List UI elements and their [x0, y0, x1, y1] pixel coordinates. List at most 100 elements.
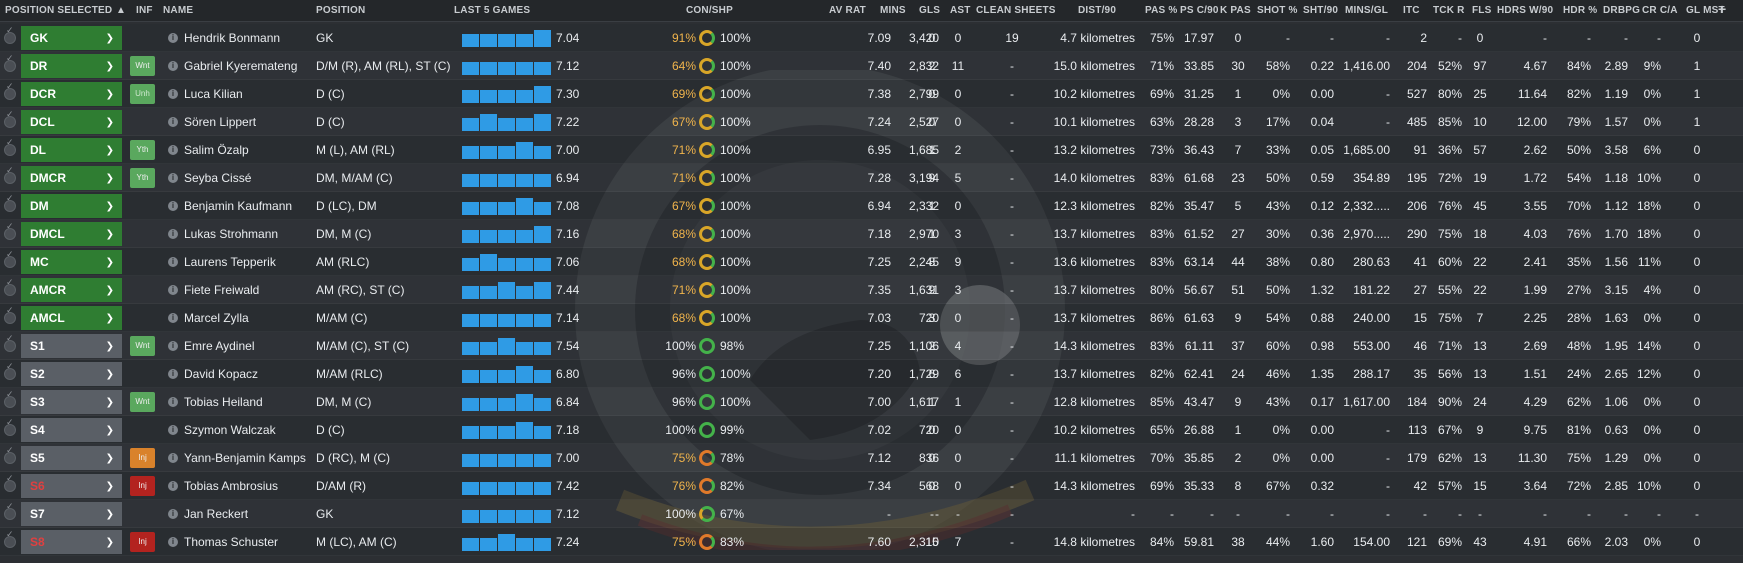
header-tck-r[interactable]: TCK R	[1433, 5, 1465, 16]
select-checkbox[interactable]	[4, 501, 16, 520]
header-dist90[interactable]: DIST/90	[1078, 5, 1116, 16]
info-icon[interactable]: i	[168, 117, 178, 127]
player-name-link[interactable]: Fiete Freiwald	[184, 276, 259, 304]
player-name-link[interactable]: Benjamin Kaufmann	[184, 192, 292, 220]
info-icon[interactable]: i	[168, 201, 178, 211]
player-name-link[interactable]: Lukas Strohmann	[184, 220, 278, 248]
inf-badge[interactable]: Inj	[130, 476, 155, 496]
position-selector[interactable]: MC ❯	[21, 250, 122, 274]
info-icon[interactable]: i	[168, 481, 178, 491]
select-checkbox[interactable]	[4, 473, 16, 492]
select-checkbox[interactable]	[4, 193, 16, 212]
sort-arrow-icon[interactable]: ▲	[116, 5, 126, 16]
header-hdrs-w90[interactable]: HDRS W/90	[1497, 5, 1553, 16]
position-selector[interactable]: AMCR ❯	[21, 278, 122, 302]
header-drbpg[interactable]: DRBPG	[1603, 5, 1640, 16]
info-icon[interactable]: i	[168, 173, 178, 183]
position-selector[interactable]: DL ❯	[21, 138, 122, 162]
header-cr-ca[interactable]: CR C/A	[1642, 5, 1678, 16]
select-checkbox[interactable]	[4, 53, 16, 72]
table-row[interactable]: DMCR ❯ Yth i Seyba Cissé DM, M/AM (C) 6.94 71…	[0, 164, 1743, 192]
header-last5[interactable]: LAST 5 GAMES	[454, 5, 530, 16]
header-inf[interactable]: INF	[136, 5, 153, 16]
select-checkbox[interactable]	[4, 249, 16, 268]
header-clean-sheets[interactable]: CLEAN SHEETS	[976, 5, 1056, 16]
inf-badge[interactable]: Wnt	[130, 56, 155, 76]
inf-badge[interactable]: Wnt	[130, 392, 155, 412]
position-selector[interactable]: AMCL ❯	[21, 306, 122, 330]
table-row[interactable]: GK ❯ iHendrik BonmannGK7.0491%100%7.093,…	[0, 24, 1743, 52]
player-name-link[interactable]: Sören Lippert	[184, 108, 256, 136]
inf-badge[interactable]: Yth	[130, 168, 155, 188]
header-kpas[interactable]: K PAS	[1220, 5, 1251, 16]
header-position[interactable]: POSITION	[316, 5, 365, 16]
header-shot[interactable]: SHOT %	[1257, 5, 1298, 16]
player-name-link[interactable]: Thomas Schuster	[184, 528, 278, 556]
info-icon[interactable]: i	[168, 61, 178, 71]
table-row[interactable]: S4 ❯ iSzymon WalczakD (C)7.18100%99%7.02…	[0, 416, 1743, 444]
header-sht90[interactable]: SHT/90	[1303, 5, 1338, 16]
select-checkbox[interactable]	[4, 221, 16, 240]
header-av-rat[interactable]: AV RAT	[829, 5, 866, 16]
select-checkbox[interactable]	[4, 445, 16, 464]
player-name-link[interactable]: Marcel Zylla	[184, 304, 249, 332]
player-name-link[interactable]: Seyba Cissé	[184, 164, 251, 192]
table-row[interactable]: AMCR ❯ i Fiete Freiwald AM (RC), ST (C) 7.4…	[0, 276, 1743, 304]
info-icon[interactable]: i	[168, 229, 178, 239]
player-name-link[interactable]: Tobias Heiland	[184, 388, 263, 416]
position-selector[interactable]: S5 ❯	[21, 446, 122, 470]
position-selector[interactable]: DMCR ❯	[21, 166, 122, 190]
table-row[interactable]: AMCL ❯ i Marcel Zylla M/AM (C) 7.14 68% 100% 7…	[0, 304, 1743, 332]
position-selector[interactable]: S7 ❯	[21, 502, 122, 526]
header-gl-mst[interactable]: GL MST	[1686, 5, 1725, 16]
select-checkbox[interactable]	[4, 165, 16, 184]
position-selector[interactable]: S2 ❯	[21, 362, 122, 386]
header-ast[interactable]: AST	[950, 5, 971, 16]
header-psc90[interactable]: PS C/90	[1180, 5, 1219, 16]
select-checkbox[interactable]	[4, 417, 16, 436]
table-row[interactable]: MC ❯ i Laurens Tepperik AM (RLC) 7.06 68% 100…	[0, 248, 1743, 276]
player-name-link[interactable]: Laurens Tepperik	[184, 248, 276, 276]
position-selector[interactable]: S8 ❯	[21, 530, 122, 554]
inf-badge[interactable]: Wnt	[130, 336, 155, 356]
inf-badge[interactable]: Yth	[130, 140, 155, 160]
info-icon[interactable]: i	[168, 145, 178, 155]
select-checkbox[interactable]	[4, 333, 16, 352]
table-row[interactable]: S5 ❯ Inj i Yann-Benjamin Kamps D (RC), M (C…	[0, 444, 1743, 472]
select-checkbox[interactable]	[4, 277, 16, 296]
inf-badge[interactable]: Unh	[130, 84, 155, 104]
table-row[interactable]: DR ❯ Wnt i Gabriel Kyeremateng D/M (R), AM …	[0, 52, 1743, 80]
header-name[interactable]: NAME	[163, 5, 193, 16]
player-name-link[interactable]: Hendrik Bonmann	[184, 24, 280, 52]
table-row[interactable]: DL ❯ YthiSalim ÖzalpM (L), AM (RL)7.0071…	[0, 136, 1743, 164]
position-selector[interactable]: S4 ❯	[21, 418, 122, 442]
info-icon[interactable]: i	[168, 425, 178, 435]
player-name-link[interactable]: Szymon Walczak	[184, 416, 276, 444]
position-selector[interactable]: DCL ❯	[21, 110, 122, 134]
info-icon[interactable]: i	[168, 313, 178, 323]
inf-badge[interactable]: Inj	[130, 532, 155, 552]
player-name-link[interactable]: Gabriel Kyeremateng	[184, 52, 297, 80]
player-name-link[interactable]: Tobias Ambrosius	[184, 472, 278, 500]
select-checkbox[interactable]	[4, 361, 16, 380]
header-mins-gl[interactable]: MINS/GL	[1345, 5, 1388, 16]
info-icon[interactable]: i	[168, 257, 178, 267]
info-icon[interactable]: i	[168, 537, 178, 547]
player-name-link[interactable]: Jan Reckert	[184, 500, 248, 528]
info-icon[interactable]: i	[168, 369, 178, 379]
table-row[interactable]: S3 ❯ Wnt i Tobias Heiland DM, M (C) 6.84 96% 1…	[0, 388, 1743, 416]
header-hdr[interactable]: HDR %	[1563, 5, 1597, 16]
position-selector[interactable]: S3 ❯	[21, 390, 122, 414]
table-row[interactable]: DMCL ❯ i Lukas Strohmann DM, M (C) 7.16 68% 1…	[0, 220, 1743, 248]
table-row[interactable]: S7 ❯ i Jan Reckert GK 7.12 100% 67% - - - - - - - - - -…	[0, 500, 1743, 528]
inf-badge[interactable]: Inj	[130, 448, 155, 468]
info-icon[interactable]: i	[168, 89, 178, 99]
header-pas[interactable]: PAS %	[1145, 5, 1178, 16]
player-name-link[interactable]: Emre Aydinel	[184, 332, 254, 360]
header-position-selected[interactable]: POSITION SELECTED	[5, 5, 112, 16]
info-icon[interactable]: i	[168, 33, 178, 43]
position-selector[interactable]: GK ❯	[21, 26, 122, 50]
header-fls[interactable]: FLS	[1472, 5, 1492, 16]
info-icon[interactable]: i	[168, 285, 178, 295]
table-row[interactable]: DCR ❯ UnhiLuca KilianD (C)7.3069%100%7.3…	[0, 80, 1743, 108]
